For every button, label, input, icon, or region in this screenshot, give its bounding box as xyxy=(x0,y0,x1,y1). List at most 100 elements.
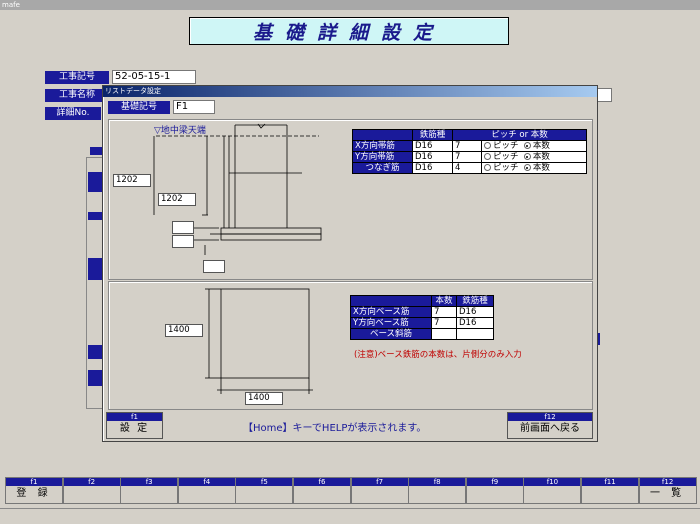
pitch-label: ピッチ xyxy=(493,152,519,162)
fkey-f7-button[interactable]: f7 xyxy=(350,477,409,504)
pitch-label: ピッチ xyxy=(493,141,519,151)
kiso-kigo-field[interactable]: F1 xyxy=(173,100,215,114)
value-cell[interactable]: 7 xyxy=(452,151,482,163)
koji-mei-field[interactable] xyxy=(596,88,612,102)
fkey-action-label: 登 録 xyxy=(16,488,52,499)
koji-kigo-field[interactable]: 52-05-15-1 xyxy=(112,70,196,84)
row-label: Y方向帯筋 xyxy=(352,151,413,163)
koji-mei-label: 工事名称 xyxy=(45,89,109,102)
fkey-label: f1 xyxy=(6,478,62,486)
count-radio[interactable] xyxy=(523,164,531,171)
column-header: 本数 xyxy=(431,295,457,307)
fkey-label: f12 xyxy=(508,413,592,421)
count-radio[interactable] xyxy=(523,142,531,149)
help-text: 【Home】キーでHELPが表示されます。 xyxy=(243,423,427,434)
pitch-label: ピッチ xyxy=(493,163,519,173)
count-label: 本数 xyxy=(532,152,550,162)
window-title: mafe xyxy=(0,0,700,10)
base-side-dim-field[interactable]: 1400 xyxy=(165,324,203,337)
fkey-label: f2 xyxy=(63,478,120,486)
fkey-label: f8 xyxy=(409,478,466,486)
koji-kigo-label: 工事記号 xyxy=(45,71,109,84)
dialog-title: リストデータ設定 xyxy=(103,86,597,97)
fkey-label: f10 xyxy=(524,478,581,486)
fkey-f2-button[interactable]: f2 xyxy=(62,477,121,504)
value-cell[interactable]: 4 xyxy=(452,162,482,174)
count-label: 本数 xyxy=(532,141,550,151)
row-label: ベース斜筋 xyxy=(350,328,432,340)
pitch-count-toggle[interactable]: ピッチ 本数 xyxy=(481,162,587,174)
level-label: ▽地中梁天端 xyxy=(154,126,206,136)
dim-field[interactable] xyxy=(172,221,194,234)
fkey-label: f11 xyxy=(582,478,638,486)
base-bottom-dim-field[interactable]: 1400 xyxy=(245,392,283,405)
type-cell[interactable]: D16 xyxy=(412,162,453,174)
count-radio[interactable] xyxy=(523,153,531,160)
status-bar xyxy=(0,508,700,524)
dim-inner-field[interactable]: 1202 xyxy=(158,193,196,206)
pitch-radio[interactable] xyxy=(484,164,491,171)
base-section: 1400 1400 本数 鉄筋種 X方向ベース筋 7 D16 Y方向ベース筋 7… xyxy=(108,281,593,410)
pitch-radio[interactable] xyxy=(484,153,491,160)
row-label: Y方向ベース筋 xyxy=(350,317,432,329)
fkey-label: f1 xyxy=(107,413,162,421)
count-cell[interactable]: 7 xyxy=(431,306,457,318)
fkey-label: f3 xyxy=(121,478,178,486)
value-cell[interactable]: 7 xyxy=(452,140,482,152)
type-cell[interactable]: D16 xyxy=(412,151,453,163)
list-data-dialog: リストデータ設定 基礎記号 F1 ▽地中梁天端 1202 1202 鉄筋種 ピッ… xyxy=(102,85,598,442)
dim-field[interactable] xyxy=(203,260,225,273)
button-label: 前画面へ戻る xyxy=(520,423,580,434)
column-section: ▽地中梁天端 1202 1202 鉄筋種 ピッチ or 本数 X方向帯筋 D16… xyxy=(108,119,593,280)
row-label: つなぎ筋 xyxy=(352,162,413,174)
button-label: 設 定 xyxy=(119,423,150,434)
fkey-label: f7 xyxy=(351,478,408,486)
row-label: X方向帯筋 xyxy=(352,140,413,152)
fkey-f9-button[interactable]: f9 xyxy=(465,477,524,504)
row-label: X方向ベース筋 xyxy=(350,306,432,318)
column-rebar-table: 鉄筋種 ピッチ or 本数 X方向帯筋 D16 7 ピッチ 本数 Y方向帯筋 D… xyxy=(352,129,587,174)
fkey-f4-button[interactable]: f4 xyxy=(177,477,236,504)
table-row: X方向帯筋 D16 7 ピッチ 本数 xyxy=(352,140,587,152)
fkey-f6-button[interactable]: f6 xyxy=(293,477,351,504)
fkey-action-label: 一 覧 xyxy=(650,488,686,499)
fkey-f1-button[interactable]: f1 登 録 xyxy=(5,477,63,504)
shosai-label: 詳細No. xyxy=(45,107,101,120)
column-header: ピッチ or 本数 xyxy=(452,129,587,141)
fkey-f11-button[interactable]: f11 xyxy=(581,477,639,504)
type-cell[interactable]: D16 xyxy=(412,140,453,152)
pitch-radio[interactable] xyxy=(484,142,491,149)
settei-button[interactable]: f1 設 定 xyxy=(106,412,163,439)
table-corner xyxy=(350,295,432,307)
dim-outer-field[interactable]: 1202 xyxy=(113,174,151,187)
dim-field[interactable] xyxy=(172,235,194,248)
count-cell[interactable] xyxy=(431,328,457,340)
count-cell[interactable]: 7 xyxy=(431,317,457,329)
pitch-count-toggle[interactable]: ピッチ 本数 xyxy=(481,140,587,152)
fkey-f8-button[interactable]: f8 xyxy=(408,477,467,504)
fkey-f12-button[interactable]: f12 一 覧 xyxy=(638,477,697,504)
column-header: 鉄筋種 xyxy=(456,295,494,307)
table-corner xyxy=(352,129,413,141)
fkey-label: f6 xyxy=(294,478,350,486)
fkey-label: f9 xyxy=(466,478,523,486)
type-cell[interactable]: D16 xyxy=(456,317,494,329)
fkey-label: f4 xyxy=(178,478,235,486)
fkey-f3-button[interactable]: f3 xyxy=(120,477,179,504)
back-button[interactable]: f12 前画面へ戻る xyxy=(507,412,593,439)
kiso-kigo-label: 基礎記号 xyxy=(108,101,170,114)
pitch-count-toggle[interactable]: ピッチ 本数 xyxy=(481,151,587,163)
type-cell[interactable]: D16 xyxy=(456,306,494,318)
table-row: ベース斜筋 xyxy=(350,328,494,340)
table-row: X方向ベース筋 7 D16 xyxy=(350,306,494,318)
fkey-f5-button[interactable]: f5 xyxy=(235,477,294,504)
page-title: 基礎詳細設定 xyxy=(189,17,509,45)
count-label: 本数 xyxy=(532,163,550,173)
fkey-label: f5 xyxy=(236,478,293,486)
fkey-label: f12 xyxy=(639,478,696,486)
type-cell[interactable] xyxy=(456,328,494,340)
base-rebar-table: 本数 鉄筋種 X方向ベース筋 7 D16 Y方向ベース筋 7 D16 ベース斜筋 xyxy=(350,295,494,340)
column-header: 鉄筋種 xyxy=(412,129,453,141)
table-row: Y方向ベース筋 7 D16 xyxy=(350,317,494,329)
fkey-f10-button[interactable]: f10 xyxy=(523,477,582,504)
